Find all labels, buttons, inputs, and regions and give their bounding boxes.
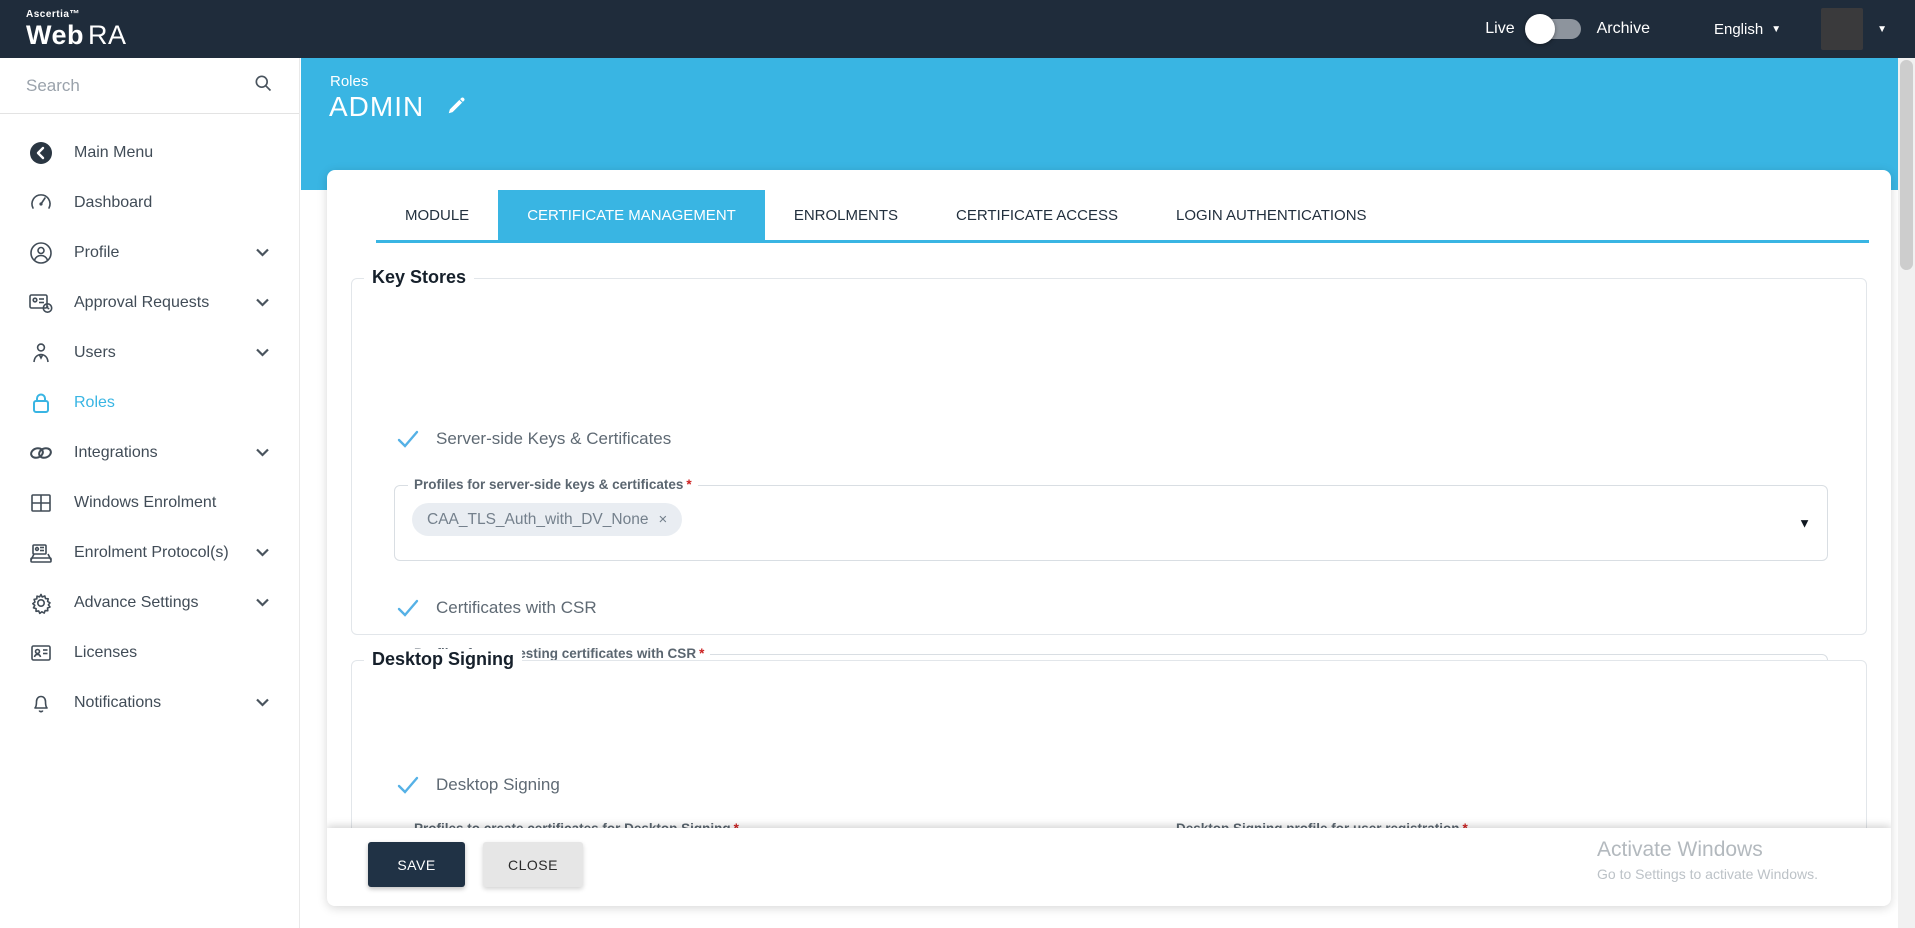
sidebar-item-licenses[interactable]: Licenses xyxy=(0,628,299,678)
sidebar-item-label: Main Menu xyxy=(74,144,153,162)
sidebar-item-advance-settings[interactable]: Advance Settings xyxy=(0,578,299,628)
chevron-down-icon xyxy=(256,244,269,262)
action-footer: SAVE CLOSE xyxy=(327,828,1891,906)
protocol-machine-icon xyxy=(28,540,54,566)
server-side-keys-checkbox[interactable]: Server-side Keys & Certificates xyxy=(396,427,671,451)
sidebar-item-notifications[interactable]: Notifications xyxy=(0,678,299,728)
sidebar-item-label: Dashboard xyxy=(74,194,152,212)
desktop-signing-title: Desktop Signing xyxy=(364,649,522,670)
profile-icon xyxy=(28,240,54,266)
toggle-knob[interactable] xyxy=(1525,14,1555,44)
required-asterisk: * xyxy=(699,646,704,661)
brand-ascertia: Ascertia™ xyxy=(26,10,127,20)
sidebar-item-label: Notifications xyxy=(74,694,161,712)
sidebar-item-label: Users xyxy=(74,344,116,362)
chevron-down-icon xyxy=(256,344,269,362)
top-bar: Ascertia™ WebRA Live Archive English ▼ ▼ xyxy=(0,0,1915,58)
chip-label: CAA_TLS_Auth_with_DV_None xyxy=(427,511,648,529)
field-label: Profiles for server-side keys & certific… xyxy=(414,477,683,492)
language-selector[interactable]: English ▼ xyxy=(1714,21,1781,38)
sidebar-item-main-menu[interactable]: Main Menu xyxy=(0,128,299,178)
users-icon xyxy=(28,340,54,366)
check-icon xyxy=(396,596,420,620)
user-avatar[interactable] xyxy=(1821,8,1863,50)
link-icon xyxy=(28,440,54,466)
live-label: Live xyxy=(1485,20,1514,38)
windows-icon xyxy=(28,490,54,516)
server-side-keys-label: Server-side Keys & Certificates xyxy=(436,429,671,449)
sidebar-item-integrations[interactable]: Integrations xyxy=(0,428,299,478)
search-icon[interactable] xyxy=(253,73,273,98)
profiles-server-side-field[interactable]: Profiles for server-side keys & certific… xyxy=(394,485,1828,561)
sidebar-item-approval-requests[interactable]: Approval Requests xyxy=(0,278,299,328)
selected-profile-chip: CAA_TLS_Auth_with_DV_None × xyxy=(412,503,682,536)
bell-icon xyxy=(28,690,54,716)
breadcrumb: Roles xyxy=(330,73,368,90)
sidebar-search xyxy=(0,58,299,114)
chevron-down-icon xyxy=(256,444,269,462)
archive-label: Archive xyxy=(1597,20,1650,38)
sidebar-item-label: Integrations xyxy=(74,444,158,462)
chevron-down-icon xyxy=(256,544,269,562)
dropdown-caret-icon[interactable]: ▼ xyxy=(1798,516,1811,531)
sidebar-item-label: Licenses xyxy=(74,644,137,662)
edit-pencil-icon[interactable] xyxy=(446,94,468,121)
main-area: Roles ADMIN MODULE CERTIFICATE MANAGEMEN… xyxy=(301,58,1915,928)
tab-enrolments[interactable]: ENROLMENTS xyxy=(765,190,927,240)
language-caret-icon: ▼ xyxy=(1771,24,1781,35)
user-menu-caret-icon[interactable]: ▼ xyxy=(1877,24,1887,35)
brand-web: Web xyxy=(26,20,84,50)
language-label: English xyxy=(1714,21,1763,38)
save-button[interactable]: SAVE xyxy=(368,842,465,887)
chevron-down-icon xyxy=(256,294,269,312)
sidebar-item-label: Approval Requests xyxy=(74,294,209,312)
key-stores-section: Key Stores Server-side Keys & Certificat… xyxy=(351,278,1867,635)
sidebar-item-enrolment-protocols[interactable]: Enrolment Protocol(s) xyxy=(0,528,299,578)
sidebar-item-label: Roles xyxy=(74,394,115,412)
sidebar-item-label: Advance Settings xyxy=(74,594,199,612)
sidebar-item-label: Windows Enrolment xyxy=(74,494,216,512)
close-button[interactable]: CLOSE xyxy=(483,842,583,887)
search-input[interactable] xyxy=(26,76,253,96)
gear-icon xyxy=(28,590,54,616)
scrollbar[interactable] xyxy=(1898,58,1915,928)
check-icon xyxy=(396,773,420,797)
sidebar-item-label: Profile xyxy=(74,244,119,262)
brand-ra: RA xyxy=(88,20,127,50)
desktop-signing-check-label: Desktop Signing xyxy=(436,775,560,795)
sidebar: Main Menu Dashboard Profile Approval Req… xyxy=(0,58,300,928)
desktop-signing-checkbox[interactable]: Desktop Signing xyxy=(396,773,560,797)
tab-certificate-access[interactable]: CERTIFICATE ACCESS xyxy=(927,190,1147,240)
chevron-down-icon xyxy=(256,594,269,612)
sidebar-item-label: Enrolment Protocol(s) xyxy=(74,544,229,562)
check-icon xyxy=(396,427,420,451)
sidebar-item-users[interactable]: Users xyxy=(0,328,299,378)
approval-requests-icon xyxy=(28,290,54,316)
back-circle-icon xyxy=(28,140,54,166)
chip-remove-icon[interactable]: × xyxy=(658,511,667,528)
live-archive-toggle[interactable] xyxy=(1529,19,1581,39)
dashboard-icon xyxy=(28,190,54,216)
tab-login-authentications[interactable]: LOGIN AUTHENTICATIONS xyxy=(1147,190,1396,240)
tab-bar: MODULE CERTIFICATE MANAGEMENT ENROLMENTS… xyxy=(376,190,1869,243)
page-title: ADMIN xyxy=(329,91,424,123)
sidebar-item-profile[interactable]: Profile xyxy=(0,228,299,278)
tab-module[interactable]: MODULE xyxy=(376,190,498,240)
key-stores-title: Key Stores xyxy=(364,267,474,288)
required-asterisk: * xyxy=(686,477,691,492)
sidebar-menu: Main Menu Dashboard Profile Approval Req… xyxy=(0,114,299,728)
lock-icon xyxy=(28,390,54,416)
certificates-with-csr-label: Certificates with CSR xyxy=(436,598,597,618)
chevron-down-icon xyxy=(256,694,269,712)
sidebar-item-windows-enrolment[interactable]: Windows Enrolment xyxy=(0,478,299,528)
scrollbar-thumb[interactable] xyxy=(1900,60,1913,270)
content-card: MODULE CERTIFICATE MANAGEMENT ENROLMENTS… xyxy=(327,170,1891,906)
license-card-icon xyxy=(28,640,54,666)
sidebar-item-roles[interactable]: Roles xyxy=(0,378,299,428)
certificates-with-csr-checkbox[interactable]: Certificates with CSR xyxy=(396,596,597,620)
sidebar-item-dashboard[interactable]: Dashboard xyxy=(0,178,299,228)
app-logo: Ascertia™ WebRA xyxy=(26,10,127,49)
tab-certificate-management[interactable]: CERTIFICATE MANAGEMENT xyxy=(498,190,765,240)
